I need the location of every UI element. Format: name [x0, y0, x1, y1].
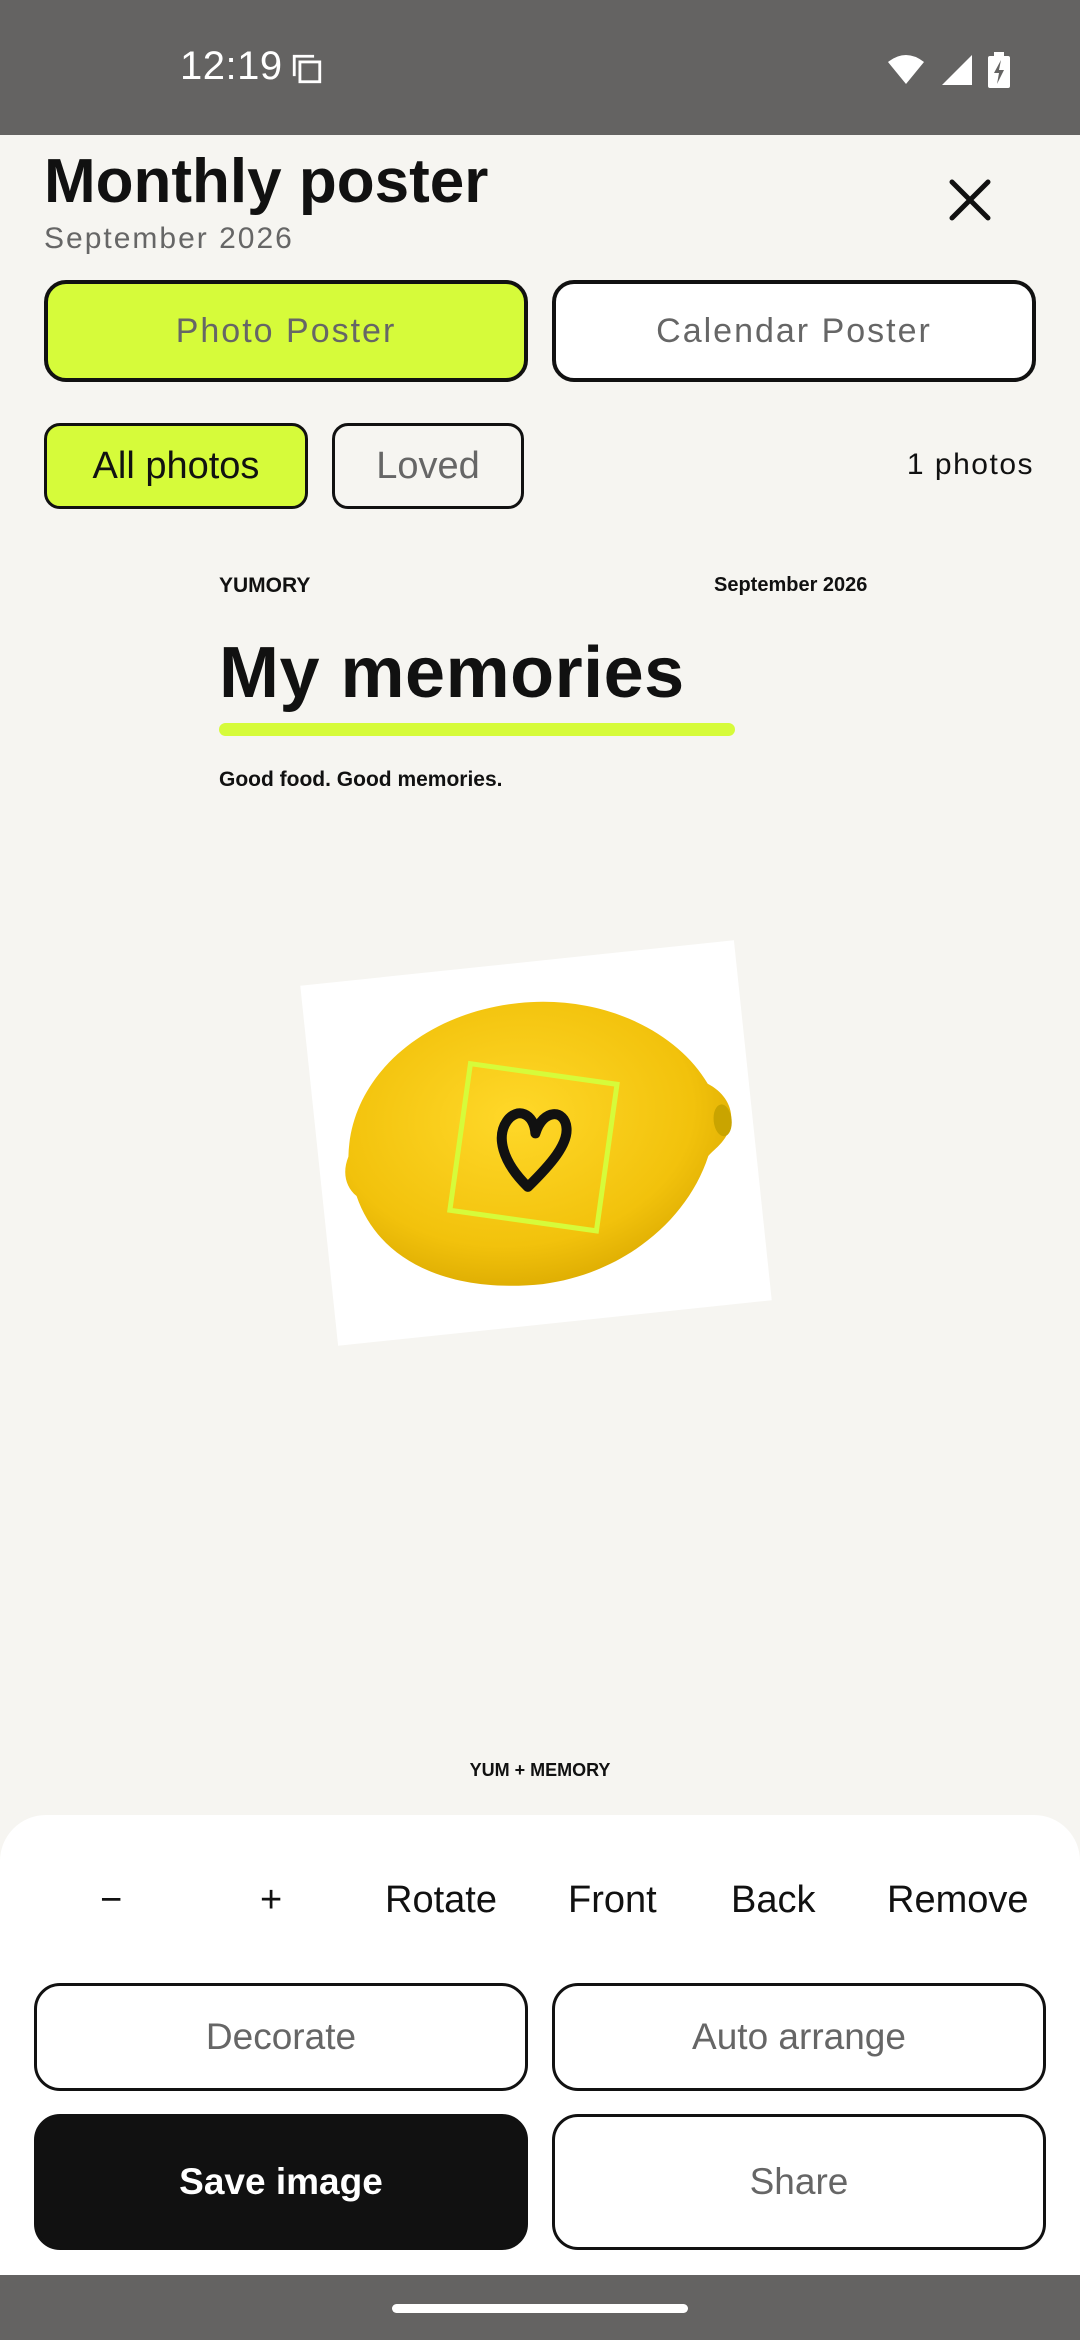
- tab-calendar-poster[interactable]: Calendar Poster: [552, 280, 1036, 382]
- poster-tagline: Good food. Good memories.: [219, 768, 503, 791]
- signal-icon: [942, 55, 972, 85]
- poster-footer: YUM + MEMORY: [469, 1760, 611, 1780]
- filter-loved[interactable]: Loved: [332, 423, 524, 509]
- bring-front-button[interactable]: Front: [568, 1870, 657, 1930]
- navigation-bar: [0, 2275, 1080, 2340]
- poster-date: September 2026: [714, 574, 868, 596]
- poster-title: My memories: [219, 633, 685, 713]
- toolbar: − + Rotate Front Back Remove: [0, 1870, 1080, 1930]
- remove-button[interactable]: Remove: [887, 1870, 1029, 1930]
- status-time: 12:19: [180, 44, 283, 88]
- share-button[interactable]: Share: [552, 2114, 1046, 2250]
- poster-brand: YUMORY: [219, 574, 311, 597]
- auto-arrange-button[interactable]: Auto arrange: [552, 1983, 1046, 2091]
- poster-title-underline: [219, 723, 735, 736]
- rotate-button[interactable]: Rotate: [385, 1870, 497, 1930]
- close-icon[interactable]: [940, 170, 1000, 230]
- send-back-button[interactable]: Back: [731, 1870, 815, 1930]
- lemon-image: [345, 1001, 732, 1286]
- status-bar: 12:19: [0, 0, 1080, 135]
- decorate-button[interactable]: Decorate: [34, 1983, 528, 2091]
- battery-charging-icon: [988, 52, 1010, 88]
- photo-count: 1 photos: [906, 448, 1034, 481]
- page-subtitle: September 2026: [44, 222, 294, 255]
- wifi-icon: [888, 55, 924, 84]
- status-icons: [886, 52, 1010, 88]
- filter-all-photos[interactable]: All photos: [44, 423, 308, 509]
- save-image-button[interactable]: Save image: [34, 2114, 528, 2250]
- home-handle[interactable]: [392, 2304, 688, 2313]
- zoom-in-button[interactable]: +: [260, 1870, 282, 1930]
- poster-photo-lemon[interactable]: [300, 940, 772, 1346]
- zoom-out-button[interactable]: −: [100, 1870, 122, 1930]
- tab-photo-poster[interactable]: Photo Poster: [44, 280, 528, 382]
- copy-icon: [292, 54, 322, 84]
- page-title: Monthly poster: [44, 147, 489, 216]
